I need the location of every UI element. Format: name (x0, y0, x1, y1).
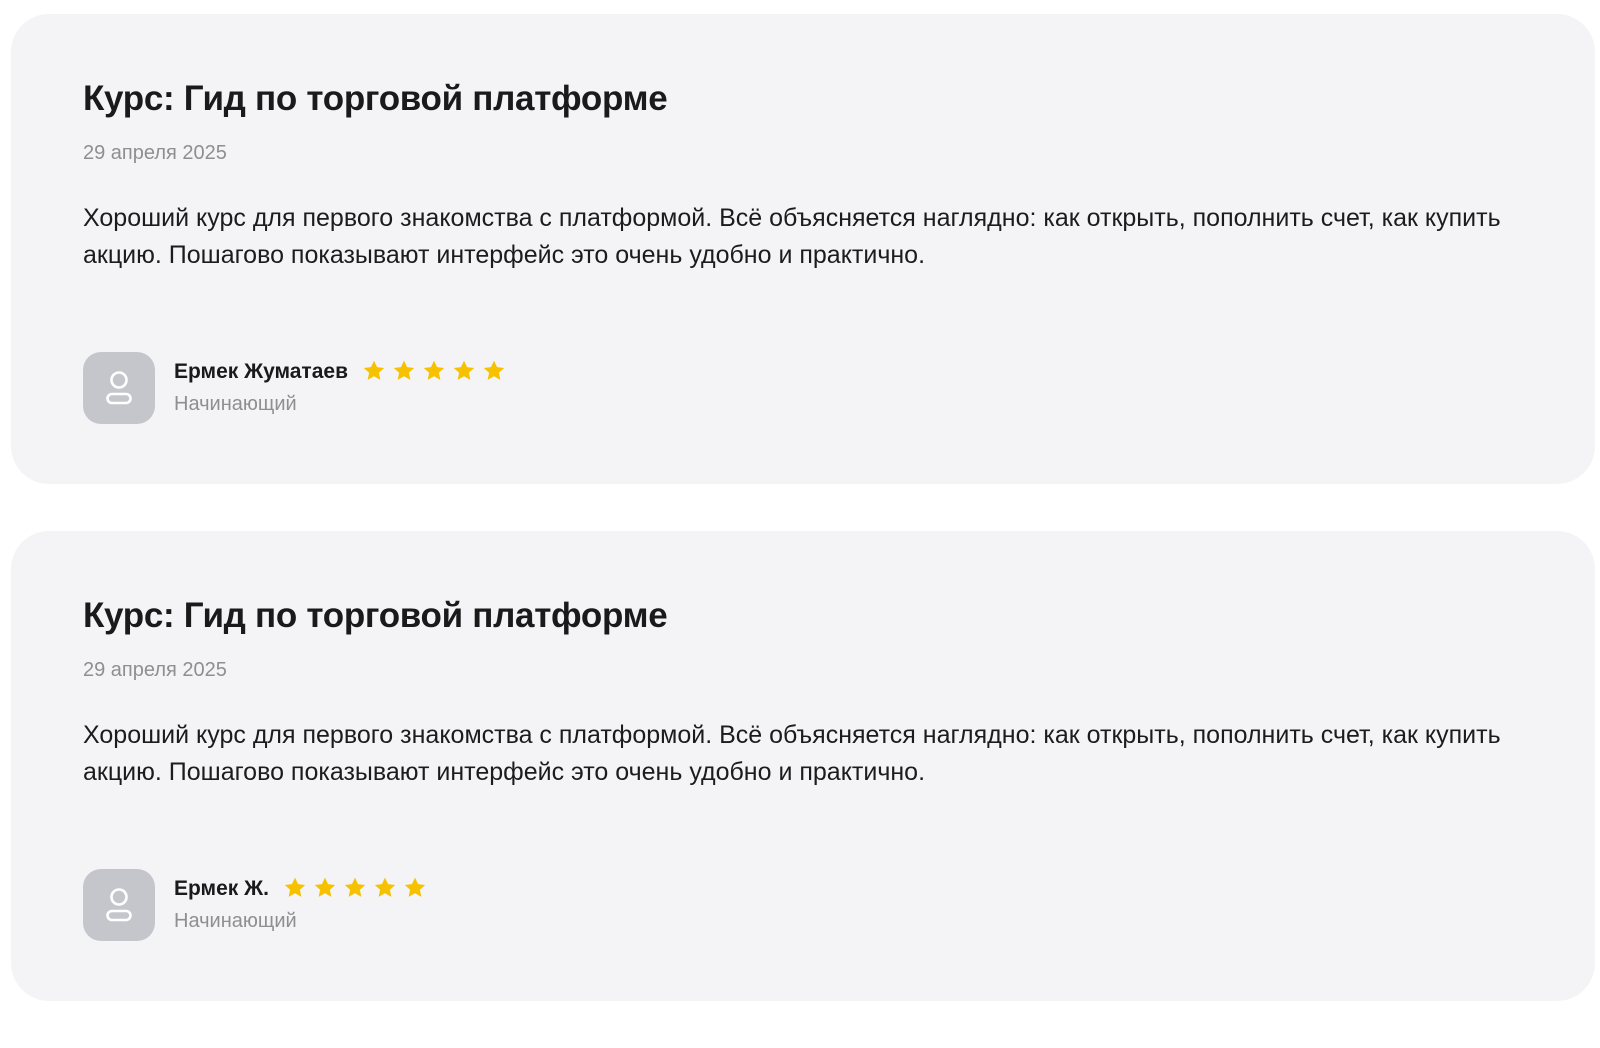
review-text: Хороший курс для первого знакомства с пл… (83, 721, 1501, 786)
star-icon (423, 360, 445, 380)
star-icon (363, 360, 385, 380)
review-date: 29 апреля 2025 (83, 142, 227, 164)
review-card: Курс: Гид по торговой платформе 29 апрел… (11, 14, 1595, 484)
star-icon (284, 877, 306, 897)
author-level: Начинающий (174, 393, 297, 415)
star-icon (483, 360, 505, 380)
star-icon (453, 360, 475, 380)
review-course-title: Курс: Гид по торговой платформе (83, 596, 668, 635)
star-icon (344, 877, 366, 897)
review-date: 29 апреля 2025 (83, 659, 227, 681)
star-icon (404, 877, 426, 897)
review-text: Хороший курс для первого знакомства с пл… (83, 204, 1501, 269)
star-rating (362, 359, 506, 385)
star-icon (374, 877, 396, 897)
author-level: Начинающий (174, 910, 297, 932)
star-icon (314, 877, 336, 897)
star-icon (393, 360, 415, 380)
star-rating (283, 876, 427, 902)
review-list: Курс: Гид по торговой платформе 29 апрел… (11, 14, 1595, 1048)
review-course-title: Курс: Гид по торговой платформе (83, 79, 668, 118)
author-name: Ермек Жуматаев (174, 360, 348, 383)
review-card: Курс: Гид по торговой платформе 29 апрел… (11, 531, 1595, 1001)
avatar (83, 869, 155, 941)
avatar (83, 352, 155, 424)
author-name: Ермек Ж. (174, 877, 269, 900)
